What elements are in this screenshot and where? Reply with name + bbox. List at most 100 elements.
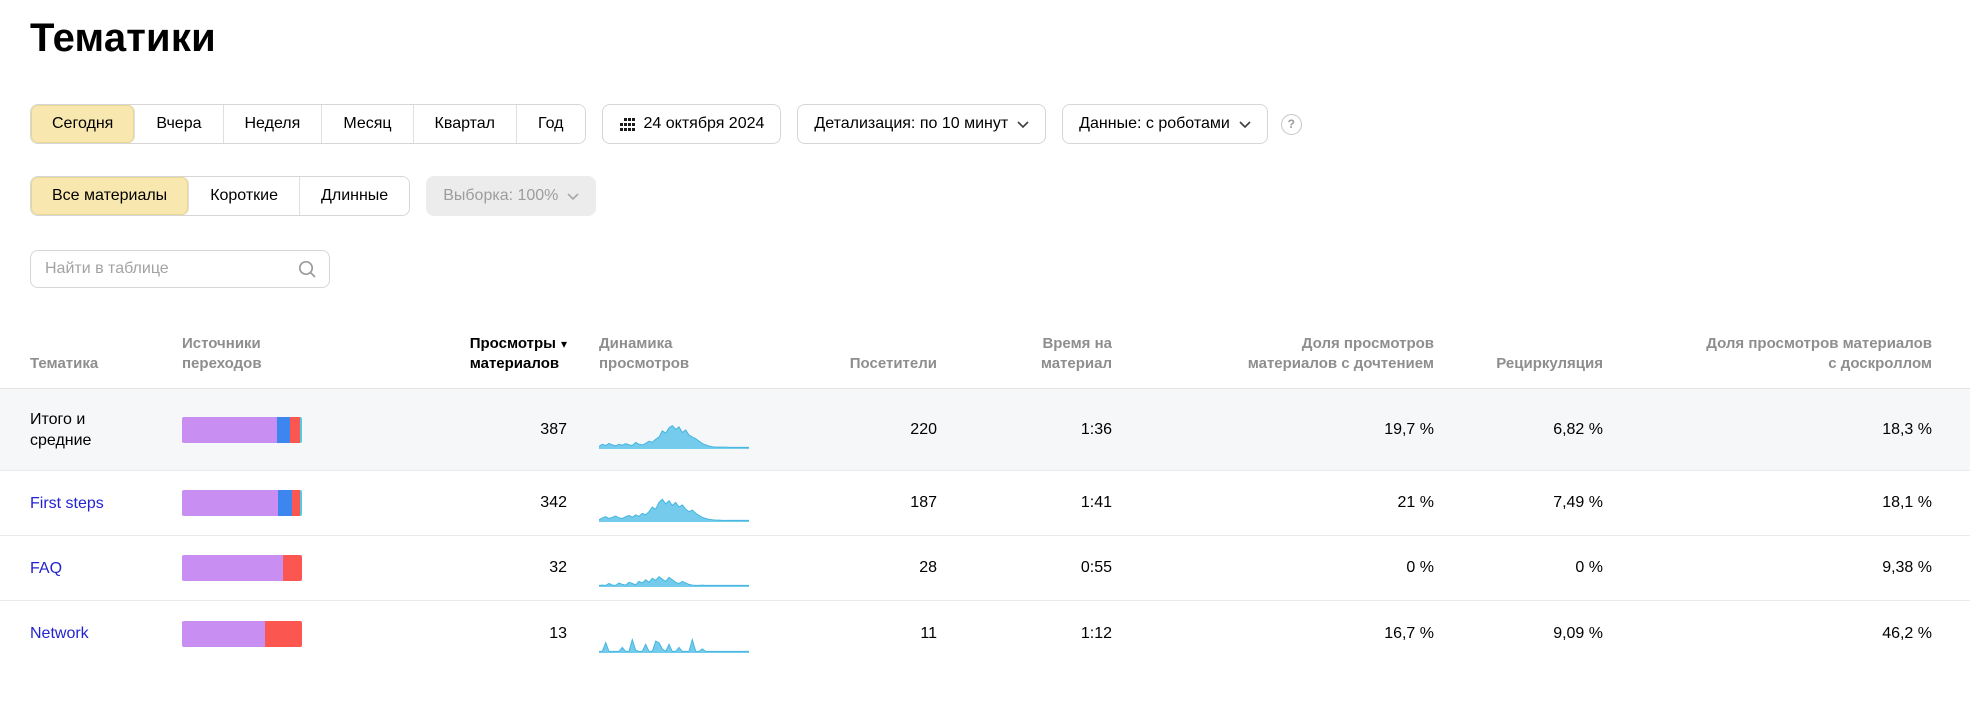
sources-cell — [182, 417, 352, 443]
header-line: материалов с дочтением — [1112, 354, 1434, 374]
views-cell: 13 — [352, 625, 567, 643]
period-tab-yesterday[interactable]: Вчера — [135, 105, 223, 143]
dynamics-cell — [567, 615, 749, 653]
table-row: Итого и средние 387 220 1:36 19,7 % 6,82… — [0, 389, 1970, 471]
sample-dropdown: Выборка: 100% — [426, 176, 596, 216]
table-search — [30, 250, 330, 288]
dynamics-cell — [567, 411, 749, 449]
table-header: Тематика Источники переходов Просмотры▾ … — [0, 316, 1970, 389]
sources-cell — [182, 555, 352, 581]
period-tab-year[interactable]: Год — [517, 105, 584, 143]
bar-segment-red — [265, 621, 302, 647]
topic-label[interactable]: Network — [30, 623, 89, 644]
visitors-cell: 11 — [749, 625, 937, 643]
header-line: переходов — [182, 354, 352, 374]
topic-cell: Итого и средние — [30, 409, 182, 451]
traffic-sources-bar — [182, 621, 302, 647]
bar-segment-blue — [277, 417, 290, 443]
bar-segment-purple — [182, 417, 277, 443]
dynamics-cell — [567, 549, 749, 587]
views-sparkline — [599, 415, 749, 449]
traffic-sources-bar — [182, 490, 302, 516]
detail-dropdown-label: Детализация: по 10 минут — [814, 115, 1008, 133]
time-cell: 1:12 — [937, 625, 1112, 643]
header-line: материалов — [470, 354, 567, 374]
detail-dropdown[interactable]: Детализация: по 10 минут — [797, 104, 1046, 144]
read-share-cell: 0 % — [1112, 559, 1434, 577]
header-line: Источники — [182, 334, 352, 354]
dynamics-cell — [567, 484, 749, 522]
sources-cell — [182, 490, 352, 516]
topic-cell: First steps — [30, 493, 182, 514]
time-cell: 0:55 — [937, 559, 1112, 577]
header-line: с доскроллом — [1603, 354, 1932, 374]
column-header-recirculation[interactable]: Рециркуляция — [1434, 354, 1603, 374]
table-row: First steps 342 187 1:41 21 % 7,49 % 18,… — [0, 471, 1970, 536]
bar-segment-purple — [182, 490, 278, 516]
search-icon[interactable] — [297, 259, 317, 279]
table-row: FAQ 32 28 0:55 0 % 0 % 9,38 % — [0, 536, 1970, 601]
header-line: Динамика — [599, 334, 749, 354]
recirculation-cell: 7,49 % — [1434, 494, 1603, 512]
read-share-cell: 19,7 % — [1112, 421, 1434, 439]
recirculation-cell: 0 % — [1434, 559, 1603, 577]
chevron-down-icon — [1017, 121, 1029, 128]
bar-segment-cyan — [300, 417, 302, 443]
period-tabs: Сегодня Вчера Неделя Месяц Квартал Год — [30, 104, 586, 144]
sample-dropdown-label: Выборка: 100% — [443, 187, 558, 205]
read-share-cell: 21 % — [1112, 494, 1434, 512]
table-body: Итого и средние 387 220 1:36 19,7 % 6,82… — [0, 389, 1970, 666]
views-cell: 387 — [352, 421, 567, 439]
page-title: Тематики — [30, 14, 1970, 62]
column-header-topic[interactable]: Тематика — [30, 354, 182, 374]
header-line: материал — [937, 354, 1112, 374]
bar-segment-blue — [278, 490, 292, 516]
topic-cell: FAQ — [30, 558, 182, 579]
views-cell: 342 — [352, 494, 567, 512]
search-input[interactable] — [43, 259, 297, 279]
column-header-views[interactable]: Просмотры▾ материалов — [352, 334, 567, 374]
help-icon[interactable]: ? — [1281, 114, 1302, 135]
views-cell: 32 — [352, 559, 567, 577]
topic-label[interactable]: FAQ — [30, 558, 62, 579]
data-dropdown[interactable]: Данные: с роботами — [1062, 104, 1268, 144]
header-line: просмотров — [599, 354, 749, 374]
views-sparkline — [599, 553, 749, 587]
material-tab-all[interactable]: Все материалы — [31, 177, 189, 215]
bar-segment-purple — [182, 555, 283, 581]
header-line: Доля просмотров — [1112, 334, 1434, 354]
visitors-cell: 28 — [749, 559, 937, 577]
topic-label[interactable]: First steps — [30, 493, 104, 514]
bar-segment-purple — [182, 621, 265, 647]
column-header-sources[interactable]: Источники переходов — [182, 334, 352, 374]
column-header-time[interactable]: Время на материал — [937, 334, 1112, 374]
date-picker-label: 24 октября 2024 — [644, 115, 765, 133]
read-share-cell: 16,7 % — [1112, 625, 1434, 643]
date-picker-button[interactable]: 24 октября 2024 — [602, 104, 782, 144]
table-row: Network 13 11 1:12 16,7 % 9,09 % 46,2 % — [0, 601, 1970, 666]
period-tab-month[interactable]: Месяц — [322, 105, 413, 143]
period-tab-today[interactable]: Сегодня — [31, 105, 135, 143]
views-sparkline — [599, 619, 749, 653]
chevron-down-icon — [567, 193, 579, 200]
topic-label: Итого и средние — [30, 409, 135, 451]
bar-segment-red — [283, 555, 302, 581]
material-tab-long[interactable]: Длинные — [300, 177, 409, 215]
recirculation-cell: 6,82 % — [1434, 421, 1603, 439]
calendar-icon — [619, 118, 635, 131]
scroll-share-cell: 18,1 % — [1603, 494, 1932, 512]
column-header-read-share[interactable]: Доля просмотров материалов с дочтением — [1112, 334, 1434, 374]
traffic-sources-bar — [182, 555, 302, 581]
scroll-share-cell: 46,2 % — [1603, 625, 1932, 643]
column-header-scroll-share[interactable]: Доля просмотров материалов с доскроллом — [1603, 334, 1932, 374]
material-tabs: Все материалы Короткие Длинные — [30, 176, 410, 216]
material-tab-short[interactable]: Короткие — [189, 177, 300, 215]
column-header-visitors[interactable]: Посетители — [749, 354, 937, 374]
bar-segment-cyan — [300, 490, 302, 516]
column-header-dynamics[interactable]: Динамика просмотров — [567, 334, 749, 374]
traffic-sources-bar — [182, 417, 302, 443]
time-cell: 1:36 — [937, 421, 1112, 439]
period-tab-quarter[interactable]: Квартал — [414, 105, 517, 143]
period-tab-week[interactable]: Неделя — [224, 105, 323, 143]
bar-segment-red — [290, 417, 300, 443]
